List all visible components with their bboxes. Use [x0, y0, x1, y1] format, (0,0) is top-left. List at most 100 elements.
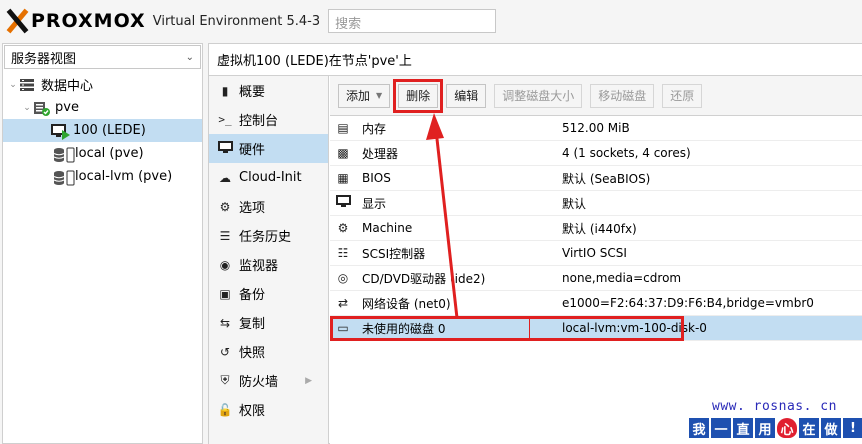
hardware-value: e1000=F2:64:37:D9:F6:B4,bridge=vmbr0 — [562, 296, 814, 310]
nav-item-task-history[interactable]: ☰ 任务历史 — [209, 221, 328, 250]
nav-item-label: 概要 — [239, 85, 266, 100]
nav-item-firewall[interactable]: ⛨ 防火墙 ▶ — [209, 366, 328, 395]
table-row[interactable]: ◎ CD/DVD驱动器 (ide2) none,media=cdrom — [330, 266, 862, 291]
chevron-down-icon[interactable]: ⌄ — [186, 52, 194, 63]
cdrom-icon: ◎ — [337, 271, 349, 285]
nav-item-cloud-init[interactable]: ☁ Cloud-Init — [209, 163, 328, 192]
view-select[interactable]: 服务器视图 ⌄ — [4, 45, 201, 69]
shield-icon: ⛨ — [220, 373, 230, 387]
cpu-icon: ▩ — [337, 146, 349, 160]
edit-button[interactable]: 编辑 — [446, 83, 487, 108]
nav-item-label: Cloud-Init — [239, 170, 302, 185]
watermark-char: 直 — [733, 418, 753, 438]
tree-item-label: pve — [55, 100, 79, 115]
nav-item-label: 权限 — [239, 404, 266, 419]
page-title: 虚拟机100 (LEDE)在节点'pve'上 — [209, 44, 862, 76]
watermark-char: 我 — [689, 418, 709, 438]
terminal-icon: >_ — [218, 113, 232, 126]
proxmox-logo: PROXMOX — [4, 8, 146, 34]
nav-item-snapshots[interactable]: ↺ 快照 — [209, 337, 328, 366]
move-disk-button[interactable]: 移动磁盘 — [590, 83, 655, 108]
monitor-icon — [332, 195, 354, 211]
hardware-value: 默认 (SeaBIOS) — [562, 171, 651, 186]
nav-item-options[interactable]: ⚙ 选项 — [209, 192, 328, 221]
hardware-value: VirtIO SCSI — [562, 246, 627, 260]
database-icon: ☷ — [337, 246, 349, 260]
hardware-key: CD/DVD驱动器 (ide2) — [362, 271, 486, 286]
retweet-icon: ⇆ — [219, 315, 231, 330]
hardware-key: SCSI控制器 — [362, 246, 426, 261]
nav-item-label: 控制台 — [239, 114, 279, 129]
memory-icon: ▤ — [337, 121, 349, 135]
tree-item-vm-100[interactable]: 100 (LEDE) — [3, 119, 202, 142]
resource-tree: ⌄ 数据中心 ⌄ pve 100 (LEDE) local (pve) loca… — [3, 73, 202, 188]
hardware-key: 网络设备 (net0) — [362, 296, 451, 311]
highlight-divider — [529, 316, 530, 341]
watermark-char: 做 — [821, 418, 841, 438]
watermark-url: www. rosnas. cn — [712, 399, 837, 414]
search-input[interactable]: 搜索 — [328, 9, 497, 33]
hardware-grid: ▤ 内存 512.00 MiB ▩ 处理器 4 (1 sockets, 4 co… — [330, 116, 862, 341]
tree-item-local-lvm[interactable]: local-lvm (pve) — [3, 165, 202, 188]
eye-icon: ◉ — [219, 257, 231, 272]
nav-item-monitor[interactable]: ◉ 监视器 — [209, 250, 328, 279]
table-row[interactable]: 显示 默认 — [330, 191, 862, 216]
nav-item-permissions[interactable]: 🔓 权限 — [209, 395, 328, 424]
hardware-value: 默认 (i440fx) — [562, 221, 637, 236]
tree-item-local[interactable]: local (pve) — [3, 142, 202, 165]
watermark-slogan: 我 一 直 用 心 在 做 ! — [689, 418, 862, 438]
hardware-key: 未使用的磁盘 0 — [362, 321, 446, 336]
nav-item-hardware[interactable]: 硬件 — [209, 134, 328, 163]
table-row[interactable]: ▦ BIOS 默认 (SeaBIOS) — [330, 166, 862, 191]
delete-button[interactable]: 删除 — [393, 78, 444, 113]
nav-item-label: 选项 — [239, 201, 266, 216]
nav-item-summary[interactable]: ▮ 概要 — [209, 76, 328, 105]
datacenter-icon — [19, 78, 35, 92]
nav-item-label: 监视器 — [239, 259, 279, 274]
floppy-icon: ▣ — [219, 286, 231, 301]
expand-icon[interactable]: ⌄ — [21, 103, 33, 113]
table-row[interactable]: ▩ 处理器 4 (1 sockets, 4 cores) — [330, 141, 862, 166]
tree-item-pve[interactable]: ⌄ pve — [3, 96, 202, 119]
nav-item-label: 复制 — [239, 317, 266, 332]
resize-disk-button[interactable]: 调整磁盘大小 — [494, 83, 583, 108]
nav-item-label: 硬件 — [239, 143, 266, 158]
nav-item-backup[interactable]: ▣ 备份 — [209, 279, 328, 308]
tree-item-label: local-lvm (pve) — [75, 169, 173, 184]
chevron-right-icon[interactable]: ▶ — [305, 376, 312, 386]
tree-item-datacenter[interactable]: ⌄ 数据中心 — [3, 73, 202, 96]
hardware-value: none,media=cdrom — [562, 271, 682, 285]
desktop-icon — [217, 140, 233, 157]
table-row[interactable]: ⇄ 网络设备 (net0) e1000=F2:64:37:D9:F6:B4,br… — [330, 291, 862, 316]
version-label: Virtual Environment 5.4-3 — [152, 13, 321, 29]
nav-item-label: 快照 — [239, 346, 266, 361]
brand-text: PROXMOX — [31, 10, 146, 32]
unlock-icon: 🔓 — [217, 402, 233, 417]
chevron-down-icon: ▼ — [376, 91, 383, 100]
nav-item-label: 防火墙 — [239, 375, 279, 390]
tree-item-label: 100 (LEDE) — [73, 123, 146, 138]
table-row[interactable]: ⚙ Machine 默认 (i440fx) — [330, 216, 862, 241]
add-button[interactable]: 添加 ▼ — [338, 83, 391, 108]
hardware-toolbar: 添加 ▼ 删除 编辑 调整磁盘大小 移动磁盘 还原 — [330, 76, 862, 116]
revert-button[interactable]: 还原 — [662, 83, 703, 108]
gear-icon: ⚙ — [219, 199, 231, 214]
hardware-value: 512.00 MiB — [562, 121, 630, 135]
table-row[interactable]: ☷ SCSI控制器 VirtIO SCSI — [330, 241, 862, 266]
table-row[interactable]: ▤ 内存 512.00 MiB — [330, 116, 862, 141]
nav-item-replication[interactable]: ⇆ 复制 — [209, 308, 328, 337]
book-icon: ▮ — [221, 83, 229, 98]
expand-icon[interactable]: ⌄ — [7, 80, 19, 90]
microchip-icon: ▦ — [337, 171, 349, 185]
nav-item-console[interactable]: >_ 控制台 — [209, 105, 328, 134]
vm-running-icon — [51, 123, 70, 140]
table-row-selected[interactable]: ▭ 未使用的磁盘 0 local-lvm:vm-100-disk-0 — [330, 316, 862, 341]
hardware-key: Machine — [362, 221, 413, 235]
watermark-heart-char: 心 — [777, 418, 797, 438]
hardware-key: BIOS — [362, 171, 391, 185]
hardware-key: 内存 — [362, 121, 387, 136]
server-icon — [33, 101, 50, 116]
vm-nav: ▮ 概要 >_ 控制台 硬件 ☁ Cloud-Init ⚙ 选项 ☰ 任务历史 … — [209, 76, 329, 444]
add-button-label: 添加 — [346, 89, 371, 103]
storage-icon — [53, 147, 75, 162]
